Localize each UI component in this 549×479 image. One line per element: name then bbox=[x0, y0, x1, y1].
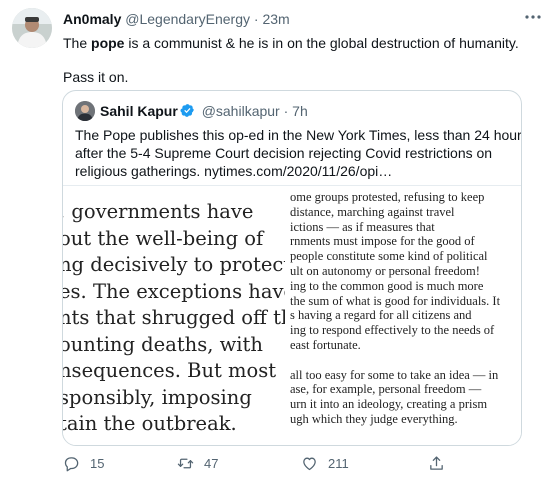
article-body-column: ome groups protested, refusing to keep di… bbox=[290, 186, 521, 445]
pull-quote-line: ng decisively to protect bbox=[63, 253, 285, 276]
pull-quote-line: , governments have bbox=[63, 200, 254, 223]
article-body-line: s having a regard for all citizens and bbox=[290, 308, 472, 323]
tweet-text-second: Pass it on. bbox=[63, 69, 129, 85]
author-avatar[interactable] bbox=[12, 8, 52, 48]
pull-quote-line: out the well-being of bbox=[63, 226, 264, 250]
more-dots-icon[interactable] bbox=[523, 9, 543, 25]
quoted-tweet-text: The Pope publishes this op-ed in the New… bbox=[75, 126, 522, 180]
author-handle[interactable]: @LegendaryEnergy bbox=[125, 11, 250, 27]
retweet-button[interactable]: 47 bbox=[177, 452, 218, 474]
tweet-header: An0maly @LegendaryEnergy · 23m bbox=[63, 11, 539, 31]
article-body-line: ome groups protested, refusing to keep bbox=[290, 190, 485, 204]
article-body-line: distance, marching against travel bbox=[290, 204, 455, 219]
tweet-text: The pope is a communist & he is in on th… bbox=[63, 34, 535, 53]
pull-quote-line: tain the outbreak. bbox=[63, 412, 237, 435]
quoted-text-line: after the 5-4 Supreme Court decision rej… bbox=[75, 145, 493, 161]
reply-icon bbox=[64, 456, 79, 471]
quoted-tweet[interactable]: Sahil Kapur @sahilkapur · 7h The Pope pu… bbox=[62, 90, 522, 446]
article-body-line: urn it into an ideology, creating a pris… bbox=[290, 397, 488, 412]
pull-quote-line: ounting deaths, with bbox=[63, 332, 263, 356]
article-body-line: ase, for example, personal freedom — bbox=[290, 382, 482, 397]
article-body-line: rnments must impose for the good of bbox=[290, 234, 475, 249]
article-screenshot-image[interactable]: , governments have out the well-being of n… bbox=[63, 185, 521, 445]
pull-quote-line: es. The exceptions have bbox=[63, 279, 285, 303]
like-count: 211 bbox=[328, 455, 349, 471]
article-body-line: the sum of what is good for individuals.… bbox=[290, 293, 501, 308]
tweet-text-start: The bbox=[63, 35, 92, 51]
article-body-line: ing to respond effectively to the needs … bbox=[290, 323, 495, 338]
pull-quote-line: nsequences. But most bbox=[63, 359, 277, 382]
retweet-count: 47 bbox=[204, 455, 219, 471]
share-button[interactable] bbox=[428, 452, 455, 474]
heart-icon bbox=[303, 457, 316, 470]
article-pull-quote: , governments have out the well-being of n… bbox=[63, 186, 285, 445]
quoted-separator-dot: · bbox=[283, 103, 289, 119]
article-body-line: all too easy for some to take an idea — … bbox=[290, 367, 499, 382]
tweet-timestamp[interactable]: 23m bbox=[262, 11, 289, 27]
quoted-text-line[interactable]: religious gatherings. nytimes.com/2020/1… bbox=[75, 162, 515, 180]
article-body-line: ing to the common good is much more bbox=[290, 278, 484, 293]
retweet-icon bbox=[177, 458, 194, 468]
quoted-text-line: The Pope publishes this op-ed in the New… bbox=[75, 127, 522, 143]
like-button[interactable]: 211 bbox=[301, 452, 349, 474]
separator-dot: · bbox=[253, 11, 259, 27]
article-body-line: east fortunate. bbox=[290, 338, 361, 352]
quoted-author-handle[interactable]: @sahilkapur bbox=[202, 103, 280, 119]
tweet-text-end: is a communist & he is in on the global … bbox=[124, 35, 519, 51]
quoted-author-avatar[interactable] bbox=[75, 101, 95, 121]
article-body-line: ult on autonomy or personal freedom! bbox=[290, 264, 480, 278]
article-body-line: ictions — as if measures that bbox=[290, 219, 435, 234]
tweet-actions: 15 47 211 bbox=[0, 452, 549, 474]
pull-quote-line: nts that shrugged off the bbox=[63, 306, 285, 329]
quoted-author-name[interactable]: Sahil Kapur bbox=[100, 103, 178, 119]
reply-button[interactable]: 15 bbox=[63, 452, 104, 474]
pull-quote-line: sponsibly, imposing bbox=[63, 385, 252, 409]
share-icon bbox=[430, 455, 443, 470]
reply-count: 15 bbox=[90, 455, 105, 471]
author-name[interactable]: An0maly bbox=[63, 11, 121, 27]
verified-badge-icon bbox=[180, 103, 195, 118]
quoted-tweet-header: Sahil Kapur @sahilkapur · 7h bbox=[100, 102, 308, 120]
quoted-timestamp[interactable]: 7h bbox=[292, 103, 308, 119]
article-body-line: ugh which they judge everything. bbox=[290, 412, 458, 426]
article-body-line: people constitute some kind of political bbox=[290, 249, 488, 264]
tweet-text-bold: pope bbox=[91, 35, 125, 51]
tweet[interactable]: An0maly @LegendaryEnergy · 23m The pope … bbox=[0, 0, 549, 479]
